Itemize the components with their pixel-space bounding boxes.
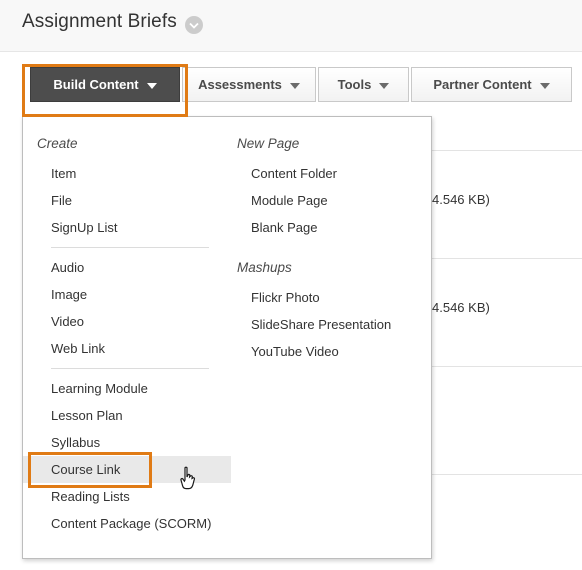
- list-separator: [432, 474, 582, 475]
- build-content-menu: Create Item File SignUp List Audio Image…: [22, 116, 432, 559]
- list-item: 4.546 KB): [432, 192, 490, 207]
- assessments-label: Assessments: [198, 77, 282, 92]
- chevron-down-icon[interactable]: [185, 16, 203, 34]
- menu-item-item[interactable]: Item: [23, 160, 223, 187]
- list-separator: [432, 258, 582, 259]
- menu-item-module-page[interactable]: Module Page: [223, 187, 433, 214]
- menu-item-youtube-video[interactable]: YouTube Video: [223, 338, 433, 365]
- menu-group-heading-new-page: New Page: [237, 136, 300, 151]
- tools-label: Tools: [337, 77, 372, 92]
- menu-item-course-link[interactable]: Course Link: [23, 456, 231, 483]
- menu-item-reading-lists[interactable]: Reading Lists: [23, 483, 223, 510]
- list-item: 4.546 KB): [432, 300, 490, 315]
- menu-item-content-package-scorm[interactable]: Content Package (SCORM): [23, 510, 223, 537]
- menu-separator: [51, 368, 209, 369]
- menu-item-lesson-plan[interactable]: Lesson Plan: [23, 402, 223, 429]
- menu-group-heading-mashups: Mashups: [237, 260, 292, 275]
- menu-item-flickr-photo[interactable]: Flickr Photo: [223, 284, 433, 311]
- action-bar: Build Content Assessments Tools Partner …: [0, 52, 582, 116]
- chevron-down-icon: [539, 82, 550, 89]
- menu-item-image[interactable]: Image: [23, 281, 223, 308]
- chevron-down-icon: [379, 82, 390, 89]
- partner-content-button[interactable]: Partner Content: [411, 67, 572, 102]
- menu-column-create: Create Item File SignUp List Audio Image…: [23, 117, 231, 558]
- page-header: Assignment Briefs: [0, 0, 582, 52]
- menu-item-learning-module[interactable]: Learning Module: [23, 375, 223, 402]
- menu-item-file[interactable]: File: [23, 187, 223, 214]
- chevron-down-icon: [146, 82, 157, 89]
- list-separator: [432, 150, 582, 151]
- menu-item-video[interactable]: Video: [23, 308, 223, 335]
- menu-item-blank-page[interactable]: Blank Page: [223, 214, 433, 241]
- menu-item-slideshare-presentation[interactable]: SlideShare Presentation: [223, 311, 433, 338]
- build-content-button[interactable]: Build Content: [30, 67, 180, 102]
- menu-separator: [51, 247, 209, 248]
- menu-item-syllabus[interactable]: Syllabus: [23, 429, 223, 456]
- page-title: Assignment Briefs: [22, 11, 177, 32]
- menu-item-signup-list[interactable]: SignUp List: [23, 214, 223, 241]
- chevron-down-icon: [289, 82, 300, 89]
- list-separator: [432, 366, 582, 367]
- menu-item-content-folder[interactable]: Content Folder: [223, 160, 433, 187]
- menu-item-audio[interactable]: Audio: [23, 254, 223, 281]
- menu-column-new-page: New Page Content Folder Module Page Blan…: [223, 117, 433, 558]
- menu-group-heading-create: Create: [37, 136, 78, 151]
- assessments-button[interactable]: Assessments: [182, 67, 316, 102]
- tools-button[interactable]: Tools: [318, 67, 409, 102]
- build-content-label: Build Content: [53, 77, 139, 92]
- menu-item-web-link[interactable]: Web Link: [23, 335, 223, 362]
- partner-content-label: Partner Content: [433, 77, 532, 92]
